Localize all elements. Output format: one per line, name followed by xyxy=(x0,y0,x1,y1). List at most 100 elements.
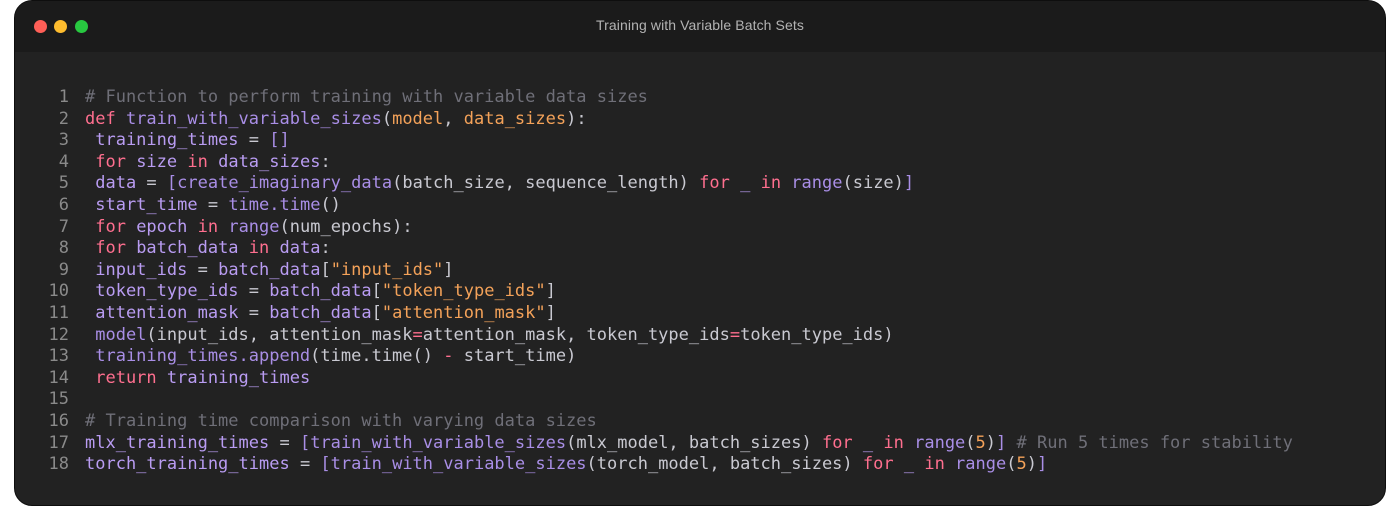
code-token: for xyxy=(862,454,904,475)
code-token: (time.time() xyxy=(310,346,444,367)
code-token: data xyxy=(85,173,147,194)
line-source: start_time = time.time() xyxy=(85,195,341,217)
code-line: 11 attention_mask = batch_data["attentio… xyxy=(15,303,1385,325)
code-token: [] xyxy=(269,130,290,151)
code-line: 16 # Training time comparison with varyin… xyxy=(15,411,1385,433)
title-bar: Training with Variable Batch Sets xyxy=(15,1,1385,52)
code-token: = xyxy=(299,454,321,475)
code-token: in xyxy=(924,454,956,475)
window-title: Training with Variable Batch Sets xyxy=(596,17,804,33)
code-token: = xyxy=(729,324,741,345)
code-token: for xyxy=(85,151,137,172)
line-source: def train_with_variable_sizes(model, dat… xyxy=(85,109,587,131)
code-token: start_time) xyxy=(463,346,577,367)
code-token: (input_ids, attention_mask xyxy=(146,324,413,345)
line-number: 11 xyxy=(48,302,69,323)
code-token: ] xyxy=(545,281,556,302)
code-editor: 1 # Function to perform training with var… xyxy=(15,87,1385,476)
code-token: _ xyxy=(903,454,925,475)
code-token: = xyxy=(207,194,229,215)
code-token: ] xyxy=(903,173,915,194)
code-window: Training with Variable Batch Sets 1 # Fun… xyxy=(14,0,1386,506)
code-token: = xyxy=(248,302,270,323)
code-token: data_sizes xyxy=(463,108,567,129)
code-line: 18 torch_training_times = [train_with_var… xyxy=(15,454,1385,476)
code-token: train_with_variable_sizes xyxy=(330,454,587,475)
code-token: ( xyxy=(381,108,393,129)
code-token: training_times xyxy=(85,130,249,151)
code-token: ] xyxy=(996,432,1017,453)
code-token: ] xyxy=(545,302,556,323)
line-source: for size in data_sizes: xyxy=(85,151,331,174)
code-token: = xyxy=(197,259,219,280)
code-token: data_sizes xyxy=(218,151,321,172)
code-token: range xyxy=(228,216,280,237)
code-token: ) xyxy=(985,432,997,453)
code-token: = xyxy=(248,281,270,302)
code-token: ] xyxy=(443,259,454,280)
line-number: 3 xyxy=(58,130,69,151)
code-token: time.time xyxy=(228,194,321,215)
code-token: (torch_model, batch_sizes) xyxy=(586,454,863,475)
code-token: start_time xyxy=(85,194,208,215)
line-number: 16 xyxy=(48,410,69,431)
line-number: 8 xyxy=(58,238,69,259)
code-line: 15 xyxy=(15,389,1385,411)
code-token: : xyxy=(320,151,331,172)
code-token: # Training time comparison with varying … xyxy=(85,410,597,431)
code-token: (batch_size, sequence_length) xyxy=(392,173,700,194)
code-token: ( xyxy=(1006,454,1017,475)
code-token: train_with_variable_sizes xyxy=(125,108,382,129)
code-token: range xyxy=(791,173,843,194)
code-token: range xyxy=(955,454,1007,475)
code-token: = xyxy=(146,173,167,194)
code-token: = xyxy=(279,432,300,453)
line-number: 13 xyxy=(48,346,69,367)
code-token: attention_mask xyxy=(85,302,249,323)
code-token: epoch xyxy=(136,216,198,237)
code-token: train_with_variable_sizes xyxy=(310,432,567,453)
code-token: (size) xyxy=(842,173,904,194)
code-token: "attention_mask" xyxy=(381,302,546,323)
code-token: ) xyxy=(1026,454,1037,475)
line-source: model(input_ids, attention_mask=attentio… xyxy=(85,324,894,347)
code-line: 5 data = [create_imaginary_data(batch_si… xyxy=(15,173,1385,195)
code-line: 17 mlx_training_times = [train_with_varia… xyxy=(15,433,1385,455)
code-token: [ xyxy=(299,432,311,453)
code-line: 2 def train_with_variable_sizes(model, da… xyxy=(15,109,1385,131)
code-token: range xyxy=(914,432,966,453)
code-token: size xyxy=(136,151,188,172)
code-token: "input_ids" xyxy=(330,259,444,280)
code-line: 13 training_times.append(time.time() - s… xyxy=(15,346,1385,368)
code-token: in xyxy=(197,216,229,237)
code-token: = xyxy=(248,130,270,151)
line-source: torch_training_times = [train_with_varia… xyxy=(85,454,1047,476)
code-token: mlx_training_times xyxy=(85,432,280,453)
code-line: 1 # Function to perform training with var… xyxy=(15,87,1385,109)
code-line: 3 training_times = [] xyxy=(15,130,1385,152)
line-source: for batch_data in data: xyxy=(85,238,330,260)
code-line: 14 return training_times xyxy=(15,368,1385,390)
code-token: batch_data xyxy=(269,302,372,323)
line-source: training_times.append(time.time() - star… xyxy=(85,346,576,368)
line-source: data = [create_imaginary_data(batch_size… xyxy=(85,173,914,195)
code-token: ( xyxy=(965,432,976,453)
code-token: [ xyxy=(320,454,331,475)
code-token: for xyxy=(85,216,137,237)
code-token: model xyxy=(85,324,147,345)
code-token: model xyxy=(392,108,444,129)
code-token: _ xyxy=(862,432,884,453)
code-token: ): xyxy=(566,108,587,129)
code-token: (num_epochs): xyxy=(279,216,413,237)
code-token: [ xyxy=(320,259,331,280)
line-source: training_times = [] xyxy=(85,130,290,152)
line-source: attention_mask = batch_data["attention_m… xyxy=(85,303,556,325)
code-token: in xyxy=(187,151,219,172)
code-token: [ xyxy=(371,302,382,323)
code-token: for xyxy=(821,432,863,453)
code-token: token_type_ids) xyxy=(740,324,894,345)
code-token: torch_training_times xyxy=(85,454,300,475)
line-source: return training_times xyxy=(85,368,310,390)
code-line: 9 input_ids = batch_data["input_ids"] xyxy=(15,260,1385,282)
line-number: 12 xyxy=(48,324,69,345)
